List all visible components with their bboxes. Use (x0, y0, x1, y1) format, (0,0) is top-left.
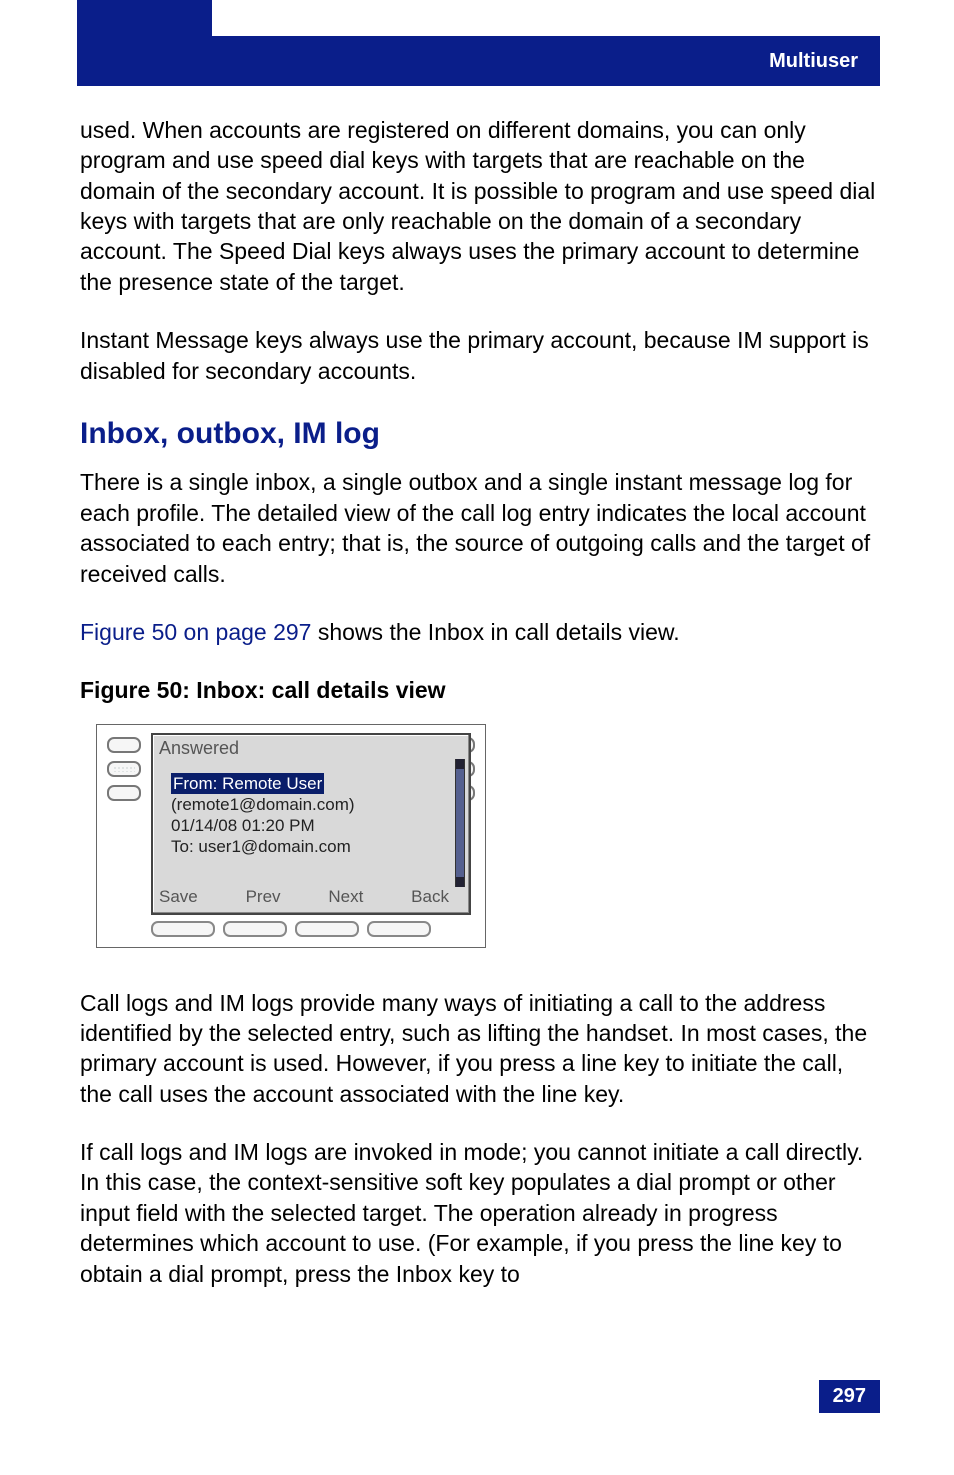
page-content: used. When accounts are registered on di… (80, 115, 880, 1317)
lcd-datetime: 01/14/08 01:20 PM (171, 816, 315, 835)
header-accent (77, 0, 212, 86)
phone-lcd: Answered From: Remote User (remote1@doma… (151, 733, 471, 915)
lcd-to: To: user1@domain.com (171, 837, 351, 856)
softkey-button (151, 921, 215, 937)
paragraph: Call logs and IM logs provide many ways … (80, 988, 880, 1109)
softkey-button (295, 921, 359, 937)
scroll-up-icon (456, 759, 464, 769)
softkey-label-save: Save (159, 886, 198, 908)
text-run: shows the Inbox in call details view. (311, 619, 679, 645)
softkey-label-next: Next (328, 886, 363, 908)
page-number-badge: 297 (819, 1380, 880, 1413)
line-key-icon (107, 761, 141, 777)
figure-caption: Figure 50: Inbox: call details view (80, 675, 880, 705)
lcd-softkey-row: Save Prev Next Back (159, 886, 449, 908)
softkey-button (223, 921, 287, 937)
softkey-button (367, 921, 431, 937)
section-heading: Inbox, outbox, IM log (80, 414, 880, 454)
text-run: If call logs and IM logs are invoked in (80, 1139, 464, 1165)
paragraph: If call logs and IM logs are invoked in … (80, 1137, 880, 1289)
paragraph: There is a single inbox, a single outbox… (80, 467, 880, 588)
header-bar: Multiuser (212, 36, 880, 86)
lcd-scrollbar (455, 759, 465, 887)
figure-inbox-call-details: Answered From: Remote User (remote1@doma… (96, 724, 486, 948)
page-number: 297 (833, 1385, 866, 1407)
lcd-selected-row: From: Remote User (171, 773, 324, 794)
lcd-from-address: (remote1@domain.com) (171, 795, 355, 814)
paragraph: used. When accounts are registered on di… (80, 115, 880, 297)
scroll-down-icon (456, 877, 464, 887)
softkey-label-back: Back (411, 886, 449, 908)
line-key-icon (107, 737, 141, 753)
lcd-body: From: Remote User (remote1@domain.com) 0… (171, 773, 437, 858)
paragraph: Figure 50 on page 297 shows the Inbox in… (80, 617, 880, 647)
softkey-buttons (151, 921, 431, 939)
figure-xref-link[interactable]: Figure 50 on page 297 (80, 619, 311, 645)
paragraph: Instant Message keys always use the prim… (80, 325, 880, 386)
softkey-label-prev: Prev (246, 886, 281, 908)
lcd-screen-title: Answered (159, 737, 239, 761)
line-key-icon (107, 785, 141, 801)
header-section-title: Multiuser (769, 50, 858, 73)
